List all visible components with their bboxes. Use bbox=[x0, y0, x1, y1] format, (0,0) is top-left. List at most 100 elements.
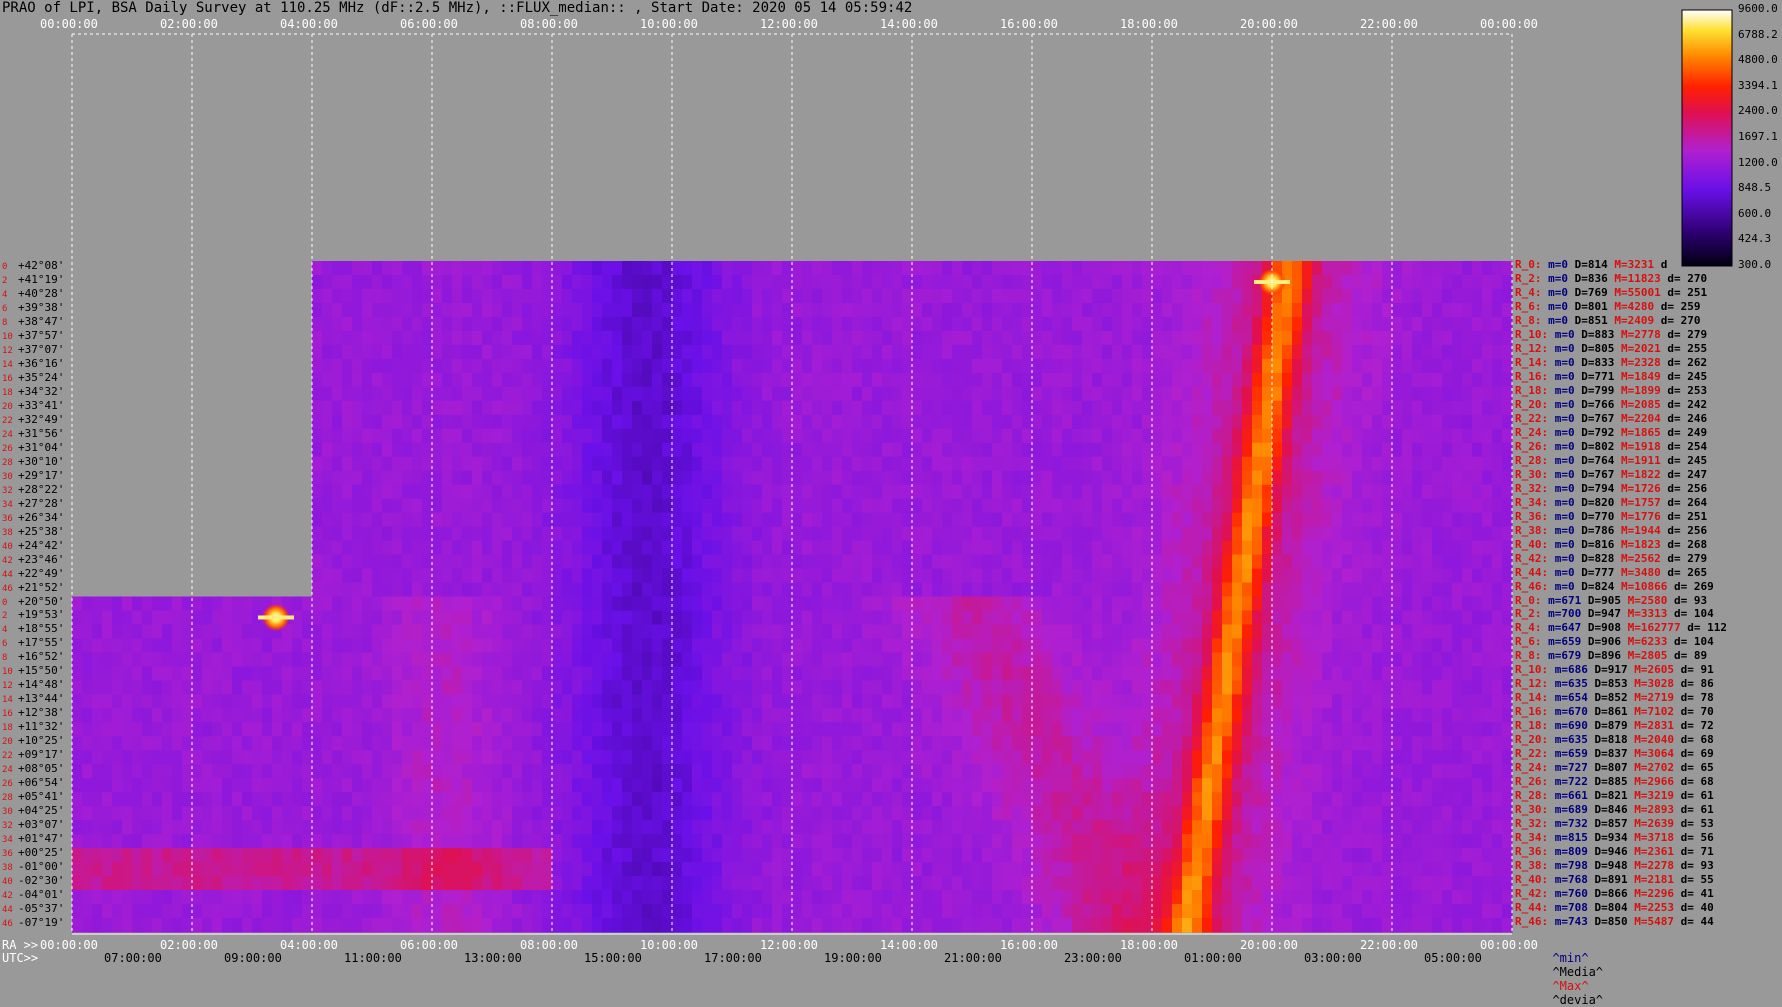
heatmap-cell bbox=[152, 764, 163, 779]
heatmap-cell bbox=[1452, 624, 1463, 640]
heatmap-cell bbox=[372, 526, 383, 542]
heatmap-cell bbox=[1202, 288, 1213, 304]
heatmap-cell bbox=[1202, 316, 1213, 332]
heatmap-cell bbox=[752, 274, 763, 290]
heatmap-cell bbox=[1202, 414, 1213, 430]
heatmap-cell bbox=[682, 484, 693, 500]
heatmap-cell bbox=[322, 400, 333, 416]
heatmap-cell bbox=[1372, 610, 1383, 626]
heatmap-cell bbox=[922, 288, 933, 304]
heatmap-cell bbox=[1102, 722, 1113, 737]
heatmap-cell bbox=[632, 638, 643, 654]
heatmap-cell bbox=[952, 666, 963, 681]
heatmap-cell bbox=[502, 610, 513, 626]
heatmap-cell bbox=[92, 778, 103, 793]
heatmap-cell bbox=[522, 582, 533, 598]
heatmap-cell bbox=[1372, 750, 1383, 765]
heatmap-cell bbox=[1442, 610, 1453, 626]
heatmap-cell bbox=[1072, 708, 1083, 723]
heatmap-cell bbox=[1082, 582, 1093, 598]
heatmap-cell bbox=[652, 526, 663, 542]
heatmap-cell bbox=[802, 428, 813, 444]
heatmap-cell bbox=[872, 428, 883, 444]
heatmap-cell bbox=[482, 554, 493, 570]
heatmap-cell bbox=[1372, 344, 1383, 360]
heatmap-cell bbox=[242, 792, 253, 807]
heatmap-cell bbox=[1212, 638, 1223, 654]
heatmap-cell bbox=[1442, 540, 1453, 556]
heatmap-cell bbox=[692, 414, 703, 430]
heatmap-cell bbox=[1232, 610, 1243, 626]
heatmap-cell bbox=[952, 582, 963, 598]
heatmap-cell bbox=[172, 722, 183, 737]
heatmap-cell bbox=[242, 680, 253, 695]
heatmap-cell bbox=[1032, 274, 1043, 290]
heatmap-cell bbox=[962, 554, 973, 570]
heatmap-cell bbox=[1482, 736, 1493, 751]
heatmap-cell bbox=[1382, 624, 1393, 640]
heatmap-cell bbox=[1332, 708, 1343, 723]
heatmap-cell bbox=[802, 316, 813, 332]
heatmap-cell bbox=[1152, 526, 1163, 542]
heatmap-cell bbox=[1022, 498, 1033, 514]
heatmap-cell bbox=[1412, 498, 1423, 514]
heatmap-cell bbox=[972, 624, 983, 640]
heatmap-cell bbox=[542, 344, 553, 360]
heatmap-cell bbox=[872, 568, 883, 584]
heatmap-cell bbox=[912, 414, 923, 430]
heatmap-cell bbox=[1212, 330, 1223, 346]
heatmap-cell bbox=[962, 722, 973, 737]
heatmap-cell bbox=[1392, 708, 1403, 723]
heatmap-cell bbox=[982, 400, 993, 416]
heatmap-cell bbox=[502, 330, 513, 346]
heatmap-cell bbox=[1372, 540, 1383, 556]
heatmap-cell bbox=[1162, 638, 1173, 654]
heatmap-cell bbox=[512, 638, 523, 654]
heatmap-cell bbox=[1142, 624, 1153, 640]
heatmap-cell bbox=[332, 512, 343, 528]
heatmap-cell bbox=[1272, 302, 1283, 318]
heatmap-cell bbox=[682, 414, 693, 430]
heatmap-cell bbox=[1312, 344, 1323, 360]
heatmap-cell bbox=[702, 261, 713, 276]
heatmap-cell bbox=[492, 344, 503, 360]
heatmap-cell bbox=[1362, 344, 1373, 360]
heatmap-cell bbox=[642, 428, 653, 444]
heatmap-cell bbox=[442, 414, 453, 430]
heatmap-cell bbox=[1432, 498, 1443, 514]
heatmap-cell bbox=[1422, 722, 1433, 737]
heatmap-cell bbox=[622, 428, 633, 444]
heatmap-cell bbox=[1222, 386, 1233, 402]
heatmap-cell bbox=[1072, 750, 1083, 765]
heatmap-cell bbox=[1302, 666, 1313, 681]
heatmap-cell bbox=[1302, 540, 1313, 556]
heatmap-cell bbox=[852, 596, 863, 612]
heatmap-cell bbox=[972, 680, 983, 695]
heatmap-cell bbox=[72, 624, 83, 640]
heatmap-cell bbox=[142, 680, 153, 695]
heatmap-cell bbox=[1042, 302, 1053, 318]
heatmap-cell bbox=[1392, 484, 1403, 500]
heatmap-cell bbox=[1412, 400, 1423, 416]
heatmap-cell bbox=[822, 316, 833, 332]
heatmap-cell bbox=[1252, 498, 1263, 514]
heatmap-cell bbox=[412, 288, 423, 304]
heatmap-cell bbox=[962, 372, 973, 388]
heatmap-cell bbox=[572, 596, 583, 612]
heatmap-cell bbox=[152, 666, 163, 681]
heatmap-cell bbox=[562, 414, 573, 430]
heatmap-cell bbox=[602, 512, 613, 528]
heatmap-cell bbox=[562, 736, 573, 751]
heatmap-cell bbox=[732, 610, 743, 626]
heatmap-cell bbox=[1082, 568, 1093, 584]
heatmap-cell bbox=[1282, 596, 1293, 612]
heatmap-cell bbox=[652, 316, 663, 332]
heatmap-cell bbox=[602, 330, 613, 346]
heatmap-cell bbox=[1392, 750, 1403, 765]
heatmap-cell bbox=[572, 582, 583, 598]
heatmap-cell bbox=[392, 470, 403, 486]
heatmap-cell bbox=[492, 358, 503, 374]
heatmap-cell bbox=[1072, 638, 1083, 654]
heatmap-cell bbox=[252, 624, 263, 640]
heatmap-cell bbox=[1492, 316, 1503, 332]
